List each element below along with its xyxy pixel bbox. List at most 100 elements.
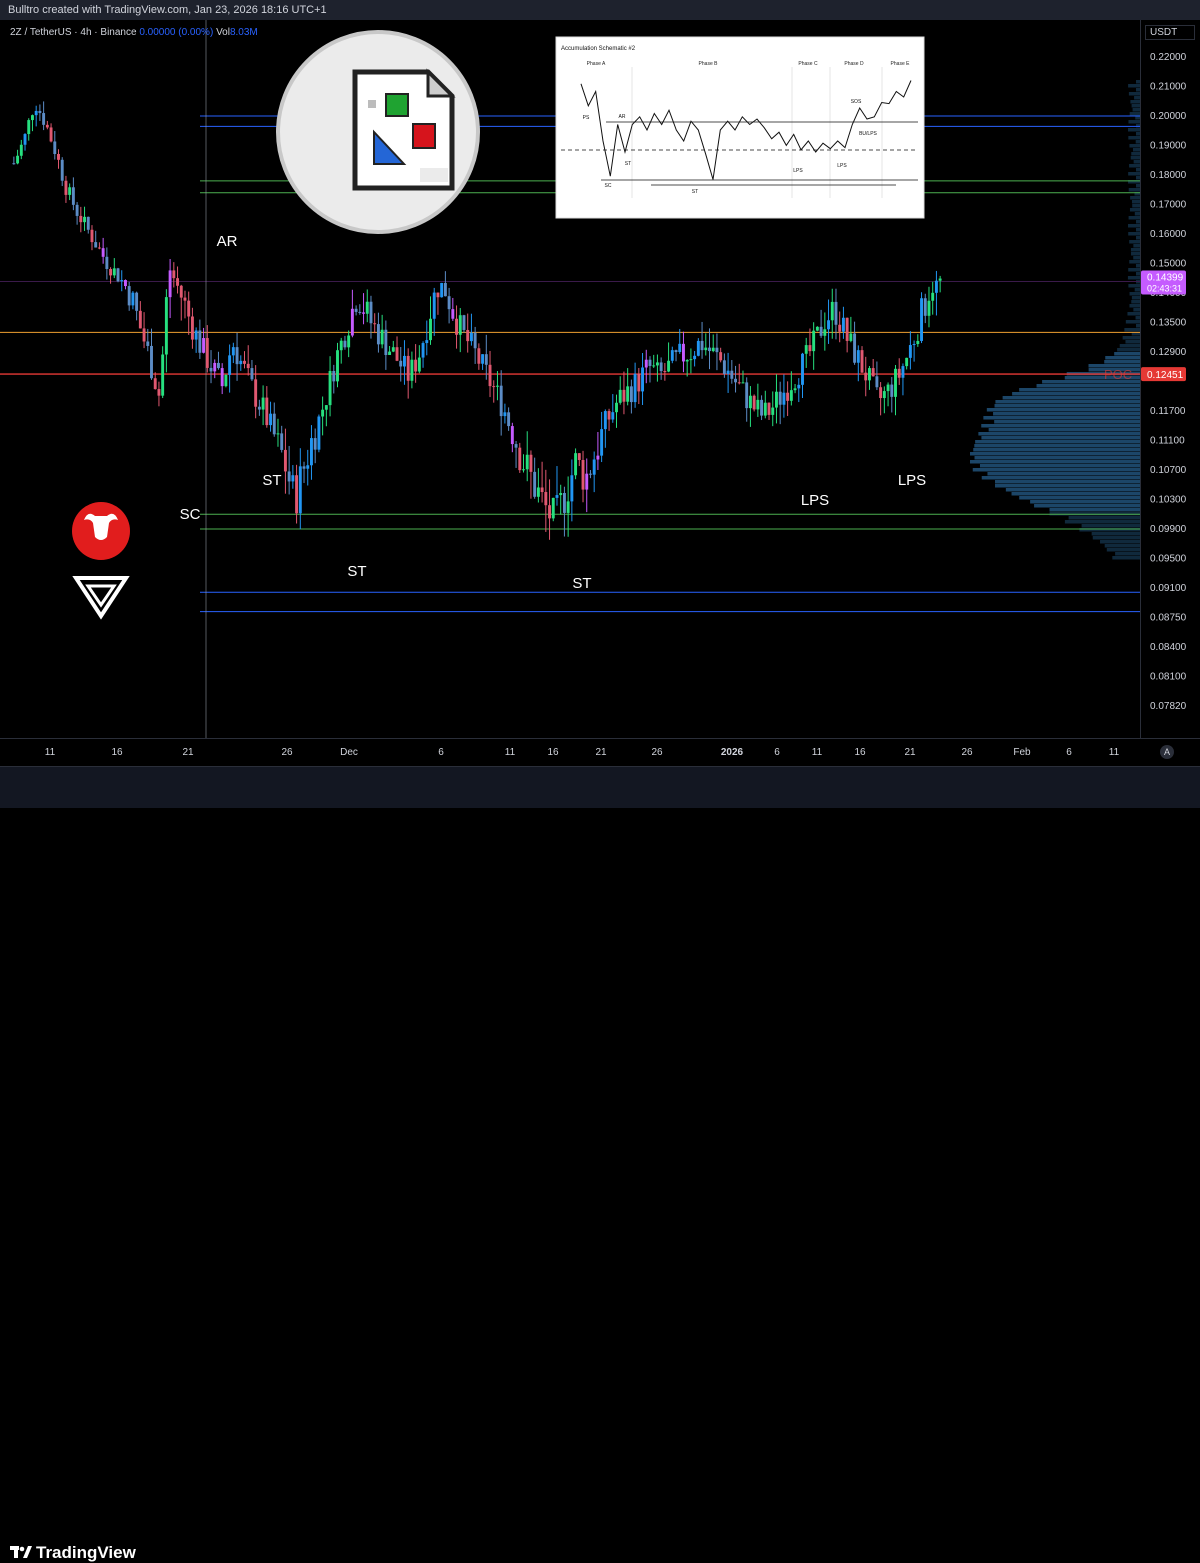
price-tick-label: 0.11100 bbox=[1150, 436, 1185, 447]
candle-body bbox=[403, 355, 406, 367]
candle-body bbox=[696, 340, 700, 356]
candle-body bbox=[849, 333, 853, 341]
currency-selector[interactable]: USDT bbox=[1145, 25, 1195, 40]
annotation-st: ST bbox=[572, 575, 591, 592]
volume-profile-bar bbox=[1128, 224, 1140, 228]
volume-profile-bar bbox=[1128, 172, 1140, 176]
volume-profile-bar bbox=[1128, 188, 1140, 192]
candle-body bbox=[198, 330, 202, 353]
candle-body bbox=[927, 300, 931, 316]
candle-body bbox=[429, 318, 432, 341]
volume-profile-bar bbox=[973, 448, 1140, 452]
legend-price: 0.00000 bbox=[139, 27, 176, 38]
price-tick-label: 0.15000 bbox=[1150, 259, 1187, 270]
price-tick-label: 0.08750 bbox=[1150, 613, 1187, 624]
time-tick-label: 21 bbox=[595, 747, 607, 758]
volume-profile-bar bbox=[1129, 144, 1140, 148]
candle-body bbox=[295, 475, 299, 514]
candle-body bbox=[172, 270, 176, 279]
candle-body bbox=[287, 471, 291, 482]
candle-body bbox=[228, 355, 232, 375]
candle-body bbox=[421, 343, 425, 358]
candle-body bbox=[886, 384, 890, 392]
price-tick-label: 0.09500 bbox=[1150, 554, 1187, 565]
candle-body bbox=[447, 296, 451, 310]
candle-body bbox=[473, 332, 477, 349]
candle-body bbox=[455, 318, 458, 335]
candle-body bbox=[45, 124, 49, 128]
candle-body bbox=[663, 371, 667, 373]
price-tick-label: 0.11700 bbox=[1150, 406, 1186, 417]
volume-profile-bar bbox=[981, 476, 1140, 480]
candle-body bbox=[458, 315, 462, 335]
volume-profile-bar bbox=[1128, 128, 1140, 132]
candle-body bbox=[176, 278, 179, 286]
candle-body bbox=[808, 345, 812, 352]
candle-body bbox=[752, 395, 756, 410]
tradingview-logo[interactable]: TradingView bbox=[10, 1543, 136, 1563]
volume-profile-bar bbox=[1135, 264, 1140, 268]
inset-label: PS bbox=[583, 115, 590, 121]
candle-body bbox=[566, 501, 570, 513]
auto-scale-button[interactable]: A bbox=[1160, 745, 1174, 759]
candle-body bbox=[522, 469, 525, 471]
volume-profile-bar bbox=[970, 452, 1140, 456]
candle-body bbox=[879, 387, 883, 399]
tradingview-brand: TradingView bbox=[36, 1543, 136, 1562]
candle-body bbox=[737, 382, 741, 384]
volume-profile-bar bbox=[1134, 96, 1140, 100]
volume-profile-bar bbox=[1104, 360, 1140, 364]
candle-body bbox=[42, 113, 46, 125]
candle-body bbox=[708, 347, 711, 352]
candle-body bbox=[641, 367, 644, 392]
candle-body bbox=[380, 329, 384, 345]
candle-body bbox=[220, 368, 224, 387]
volume-profile-bar bbox=[1130, 156, 1140, 160]
volume-profile-bar bbox=[1136, 220, 1140, 224]
time-tick-label: Feb bbox=[1013, 747, 1031, 758]
candle-body bbox=[112, 268, 116, 276]
volume-profile-bar bbox=[994, 420, 1140, 424]
candle-body bbox=[57, 154, 60, 160]
candle-body bbox=[60, 159, 64, 181]
candle-body bbox=[555, 495, 559, 498]
candle-body bbox=[101, 248, 105, 257]
volume-profile-bar bbox=[994, 480, 1140, 484]
candle-body bbox=[637, 373, 641, 392]
candle-body bbox=[622, 389, 626, 402]
inset-frame bbox=[555, 36, 925, 219]
candle-body bbox=[789, 390, 793, 401]
candle-body bbox=[451, 309, 455, 319]
broken-image-logo bbox=[276, 30, 480, 234]
candle-body bbox=[168, 270, 172, 298]
candle-body bbox=[332, 370, 336, 382]
time-tick-label: 11 bbox=[812, 747, 823, 758]
candle-body bbox=[819, 326, 823, 336]
candle-body bbox=[853, 333, 857, 363]
candle-body bbox=[246, 363, 250, 369]
candle-body bbox=[760, 399, 764, 416]
volume-profile-bar bbox=[1134, 212, 1140, 216]
candle-body bbox=[131, 292, 135, 306]
symbol-legend[interactable]: 2Z / TetherUS · 4h · Binance 0.00000 (0.… bbox=[10, 27, 258, 38]
candle-body bbox=[533, 471, 537, 497]
candle-body bbox=[31, 115, 34, 121]
candle-body bbox=[179, 285, 183, 298]
legend-vol-label: Vol bbox=[216, 27, 230, 38]
candle-body bbox=[674, 350, 678, 353]
volume-profile-bar bbox=[1125, 320, 1140, 324]
candle-body bbox=[124, 280, 127, 287]
poc-price-value: 0.12451 bbox=[1147, 370, 1184, 381]
candle-body bbox=[611, 412, 615, 420]
candle-body bbox=[682, 343, 685, 362]
candle-body bbox=[920, 298, 923, 341]
time-tick-label: 11 bbox=[45, 747, 56, 758]
time-tick-label: 21 bbox=[904, 747, 916, 758]
candle-body bbox=[562, 492, 566, 513]
candle-body bbox=[648, 359, 652, 366]
candle-body bbox=[845, 317, 849, 341]
candle-body bbox=[343, 340, 347, 348]
candle-body bbox=[507, 412, 511, 427]
volume-profile-bar bbox=[1128, 120, 1140, 124]
volume-profile-bar bbox=[988, 428, 1140, 432]
